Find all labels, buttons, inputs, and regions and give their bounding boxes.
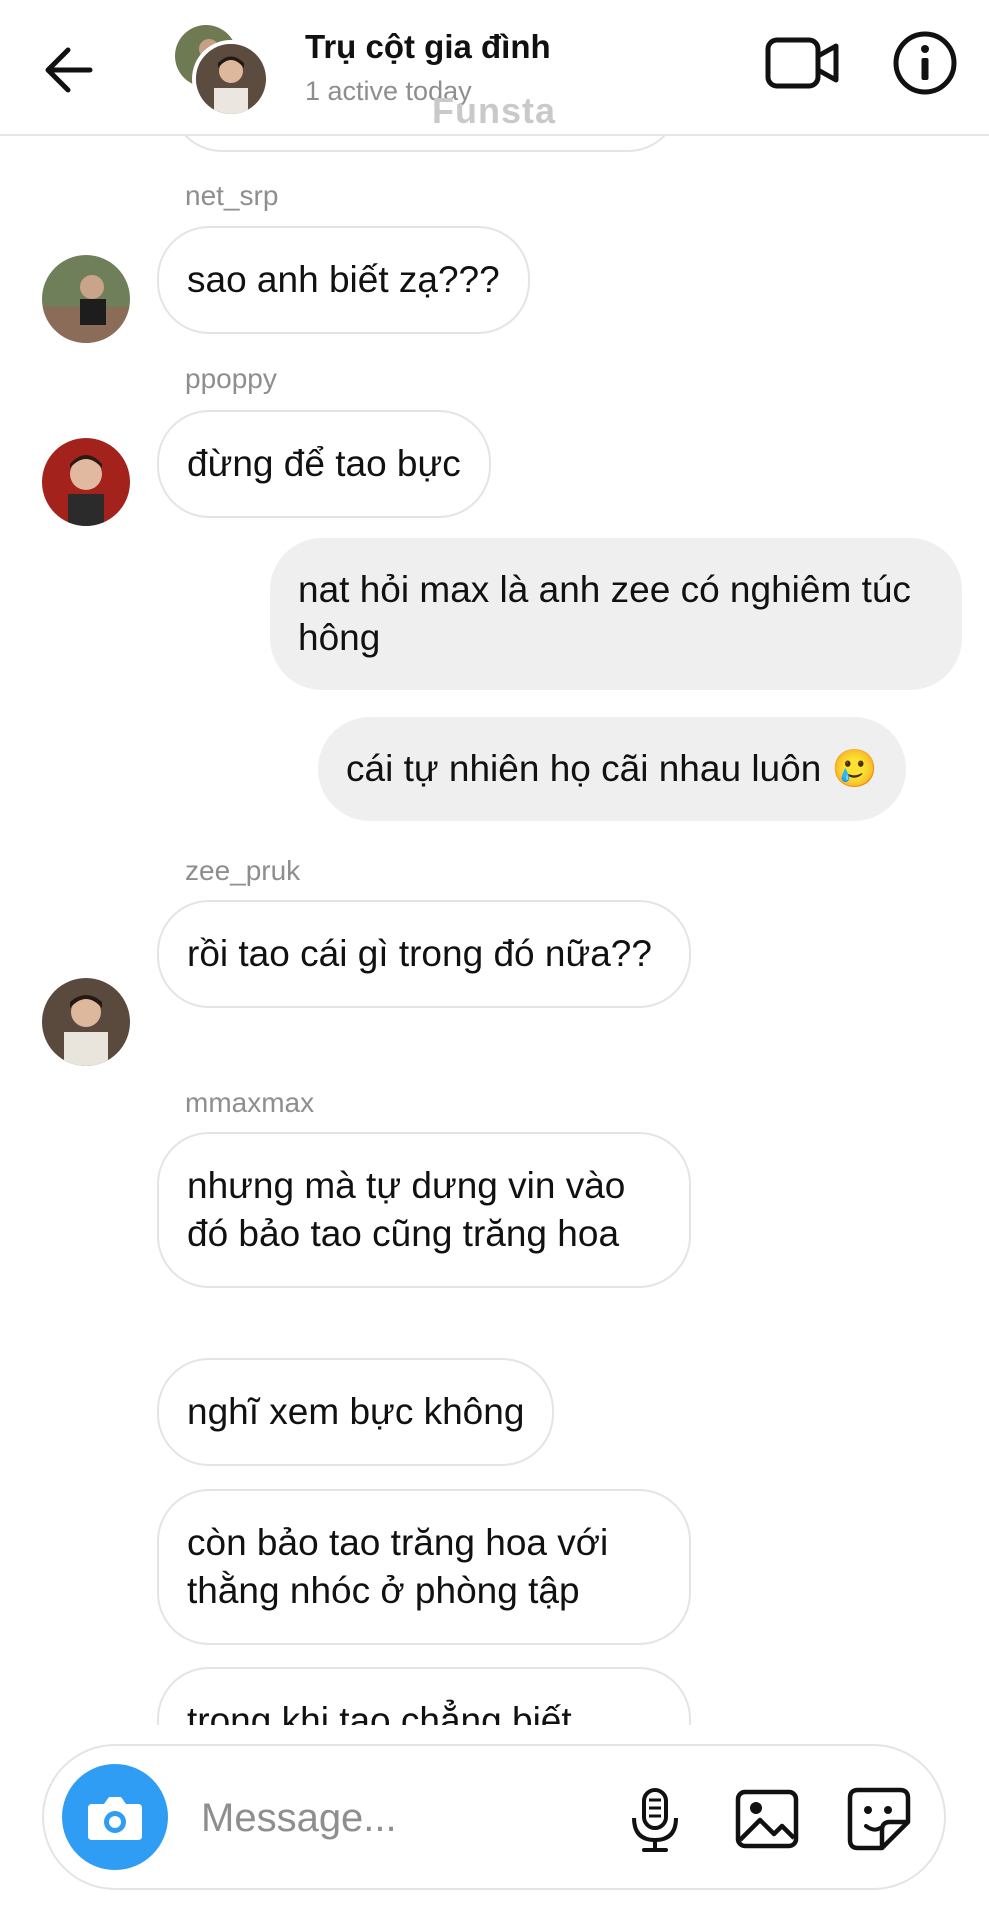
message-text: trong khi tao chẳng biết — [187, 1700, 572, 1725]
microphone-icon — [632, 1788, 678, 1852]
avatar[interactable] — [42, 438, 130, 526]
sticker-button[interactable] — [844, 1784, 914, 1854]
message-text: cái tự nhiên họ cãi nhau luôn 🥲 — [346, 748, 878, 789]
gallery-button[interactable] — [732, 1784, 802, 1854]
back-button[interactable] — [38, 38, 102, 102]
message-composer — [42, 1744, 946, 1890]
message-text: nhưng mà tự dưng vin vào đó bảo tao cũng… — [187, 1165, 626, 1254]
sender-name: net_srp — [185, 180, 279, 211]
chat-header: Trụ cột gia đình 1 active today Funsta — [0, 0, 989, 136]
watermark: Funsta — [432, 90, 557, 131]
info-button[interactable] — [890, 28, 960, 98]
microphone-button[interactable] — [620, 1784, 690, 1854]
message-bubble-sent[interactable]: nat hỏi max là anh zee có nghiêm túc hôn… — [270, 538, 962, 690]
sender-name: ppoppy — [185, 363, 277, 394]
message-text: còn bảo tao trăng hoa với thằng nhóc ở p… — [187, 1522, 609, 1611]
message-bubble-partial[interactable]: trong khi tao chẳng biết — [157, 1667, 691, 1725]
gallery-icon — [735, 1789, 799, 1849]
message-text: nghĩ xem bực không — [187, 1391, 525, 1432]
arrow-left-icon — [45, 47, 93, 93]
group-avatar-front[interactable] — [192, 40, 270, 118]
chat-title[interactable]: Trụ cột gia đình — [305, 28, 551, 66]
message-bubble[interactable]: nghĩ xem bực không — [157, 1358, 555, 1466]
message-bubble-sent[interactable]: cái tự nhiên họ cãi nhau luôn 🥲 — [318, 717, 906, 821]
avatar[interactable] — [42, 255, 130, 343]
message-text: nat hỏi max là anh zee có nghiêm túc hôn… — [298, 569, 911, 658]
info-icon — [893, 31, 957, 95]
message-text: sao anh biết zạ??? — [187, 259, 500, 300]
sender-name: mmaxmax — [185, 1087, 315, 1118]
sticker-icon — [847, 1787, 911, 1851]
message-text: rồi tao cái gì trong đó nữa?? — [187, 933, 652, 974]
sender-name: zee_pruk — [185, 855, 301, 886]
message-bubble[interactable]: nhưng mà tự dưng vin vào đó bảo tao cũng… — [157, 1132, 691, 1288]
message-bubble[interactable]: rồi tao cái gì trong đó nữa?? — [157, 900, 691, 1008]
video-call-button[interactable] — [764, 30, 840, 96]
avatar[interactable] — [42, 978, 130, 1066]
message-thread[interactable]: net_srp sao anh biết zạ??? ppoppy đừng đ… — [0, 0, 989, 1725]
message-bubble[interactable]: còn bảo tao trăng hoa với thằng nhóc ở p… — [157, 1489, 691, 1645]
video-camera-icon — [765, 37, 839, 89]
message-bubble[interactable]: sao anh biết zạ??? — [157, 226, 530, 334]
message-input[interactable] — [199, 1784, 623, 1852]
message-bubble[interactable]: đừng để tao bực — [157, 410, 491, 518]
camera-icon — [88, 1797, 142, 1840]
camera-button[interactable] — [62, 1764, 168, 1870]
message-text: đừng để tao bực — [187, 443, 461, 484]
